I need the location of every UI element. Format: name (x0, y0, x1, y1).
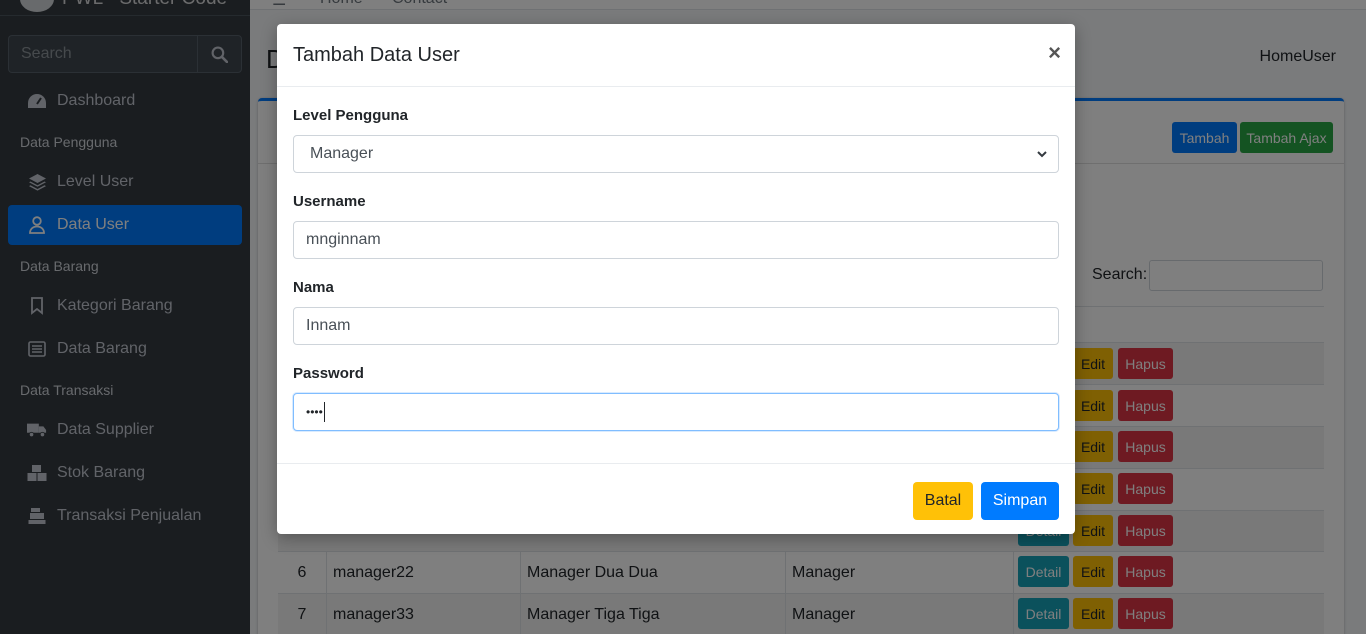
password-value: •••• (306, 405, 323, 419)
chevron-down-icon (1037, 151, 1047, 158)
username-label: Username (293, 193, 366, 210)
modal-footer: Batal Simpan (277, 463, 1075, 534)
close-icon[interactable]: × (1048, 40, 1061, 66)
level-select[interactable]: Manager (293, 135, 1059, 173)
nama-input[interactable]: Innam (293, 307, 1059, 345)
modal-header: Tambah Data User × (277, 24, 1075, 87)
cancel-button[interactable]: Batal (913, 482, 973, 520)
level-select-value: Manager (310, 145, 374, 162)
password-input[interactable]: •••• (293, 393, 1059, 431)
modal-title: Tambah Data User (293, 44, 460, 66)
add-user-modal: Tambah Data User × Level Pengguna Manage… (277, 24, 1075, 534)
username-input[interactable]: mnginnam (293, 221, 1059, 259)
nama-label: Nama (293, 279, 334, 296)
text-caret (323, 402, 325, 422)
password-label: Password (293, 365, 364, 382)
save-button[interactable]: Simpan (981, 482, 1059, 520)
nama-value: Innam (306, 317, 351, 334)
username-value: mnginnam (306, 231, 381, 248)
level-label: Level Pengguna (293, 107, 409, 124)
